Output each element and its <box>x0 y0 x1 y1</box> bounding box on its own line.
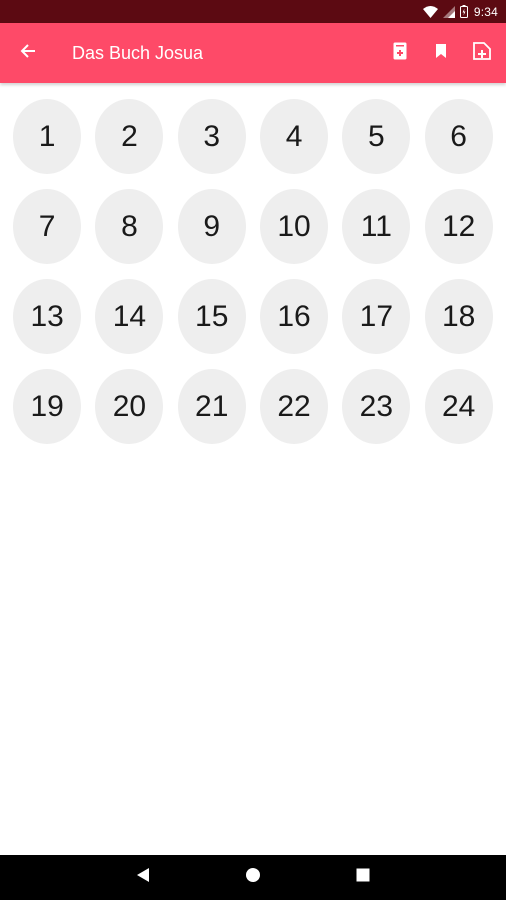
image-add-button[interactable] <box>461 23 502 83</box>
chapter-button[interactable]: 3 <box>177 99 246 174</box>
chapter-button[interactable]: 19 <box>13 369 82 444</box>
image-add-icon <box>472 41 491 65</box>
bookmark-button[interactable] <box>420 23 461 83</box>
recents-square-icon <box>356 868 370 887</box>
arrow-left-icon <box>20 43 36 64</box>
chapter-button[interactable]: 17 <box>342 279 411 354</box>
chapter-button[interactable]: 12 <box>424 189 493 264</box>
bookmark-icon <box>435 43 447 64</box>
nav-back-button[interactable] <box>88 855 198 900</box>
add-to-phone-icon <box>393 42 407 65</box>
chapter-button[interactable]: 21 <box>177 369 246 444</box>
back-triangle-icon <box>136 867 150 888</box>
chapter-grid: 1 2 3 4 5 6 7 8 9 10 11 12 13 14 15 16 1… <box>6 95 500 455</box>
signal-icon <box>442 5 455 19</box>
battery-icon <box>459 5 468 19</box>
page-title: Das Buch Josua <box>72 42 204 63</box>
wifi-icon <box>422 5 438 19</box>
chapter-button[interactable]: 20 <box>95 369 164 444</box>
chapter-button[interactable]: 18 <box>424 279 493 354</box>
chapter-button[interactable]: 22 <box>260 369 329 444</box>
nav-home-button[interactable] <box>198 855 308 900</box>
chapter-button[interactable]: 7 <box>13 189 82 264</box>
status-time: 9:34 <box>473 4 498 19</box>
chapter-button[interactable]: 14 <box>95 279 164 354</box>
chapter-button[interactable]: 5 <box>342 99 411 174</box>
nav-recents-button[interactable] <box>308 855 418 900</box>
back-button[interactable] <box>0 23 56 83</box>
chapter-button[interactable]: 24 <box>424 369 493 444</box>
chapter-button[interactable]: 6 <box>424 99 493 174</box>
chapter-button[interactable]: 8 <box>95 189 164 264</box>
status-bar: 9:34 <box>0 0 506 23</box>
chapter-button[interactable]: 4 <box>260 99 329 174</box>
chapter-button[interactable]: 16 <box>260 279 329 354</box>
app-bar: Das Buch Josua <box>0 23 506 83</box>
home-circle-icon <box>245 867 261 888</box>
chapter-button[interactable]: 23 <box>342 369 411 444</box>
chapter-button[interactable]: 15 <box>177 279 246 354</box>
chapter-button[interactable]: 9 <box>177 189 246 264</box>
chapter-button[interactable]: 10 <box>260 189 329 264</box>
system-nav-bar <box>0 855 506 900</box>
chapter-button[interactable]: 11 <box>342 189 411 264</box>
chapter-button[interactable]: 2 <box>95 99 164 174</box>
chapter-button[interactable]: 1 <box>13 99 82 174</box>
chapter-button[interactable]: 13 <box>13 279 82 354</box>
add-to-phone-button[interactable] <box>379 23 420 83</box>
